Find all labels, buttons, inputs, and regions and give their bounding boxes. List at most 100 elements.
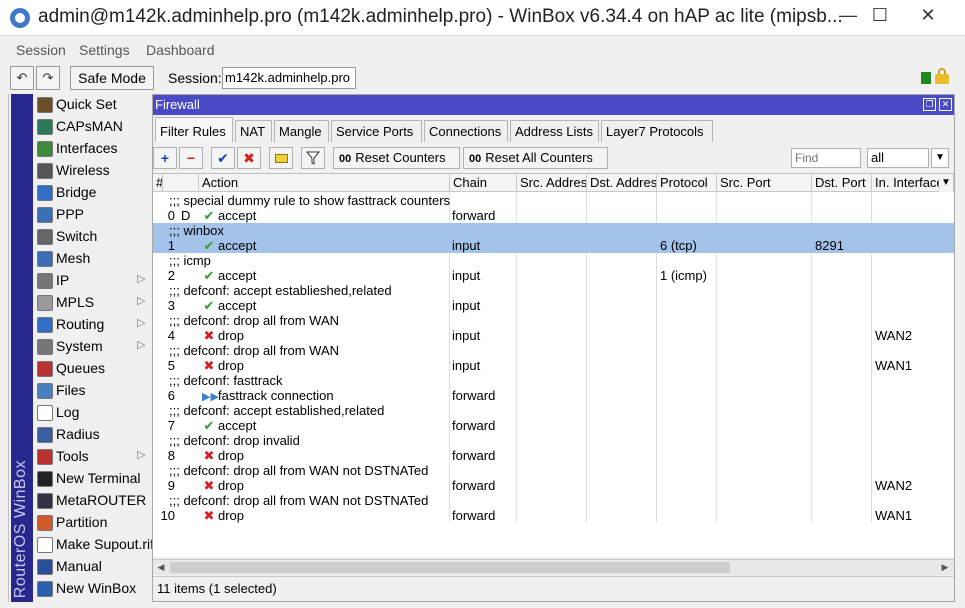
rule-in-interface (875, 418, 953, 433)
sidebar-item-wireless[interactable]: Wireless (35, 160, 151, 182)
find-input[interactable] (791, 148, 861, 168)
window-close-icon[interactable]: ✕ (939, 98, 952, 111)
reset-counters-button[interactable]: 00 Reset Counters (333, 147, 460, 169)
sidebar-item-queues[interactable]: Queues (35, 358, 151, 380)
sidebar-item-ppp[interactable]: PPP (35, 204, 151, 226)
rule-comment: ;;; defconf: drop all from WAN not DSTNA… (169, 493, 429, 508)
tab-connections[interactable]: Connections (424, 120, 508, 142)
table-row[interactable]: 8 ✖ drop forward (153, 448, 954, 463)
header-col-src-address[interactable]: Src. Address (517, 174, 587, 192)
horizontal-scrollbar[interactable]: ◀ ▶ (153, 559, 954, 575)
table-row[interactable]: 5 ✖ drop input WAN1 (153, 358, 954, 373)
close-button[interactable]: ✕ (905, 0, 951, 30)
sidebar-brand-strip: RouterOS WinBox (11, 94, 33, 602)
tab-layer7-protocols[interactable]: Layer7 Protocols (601, 120, 713, 142)
header-col-src-port[interactable]: Src. Port (717, 174, 812, 192)
sidebar-item-new-terminal[interactable]: New Terminal (35, 468, 151, 490)
sidebar-item-label: Log (56, 404, 80, 420)
table-row[interactable]: 7 ✔ accept forward (153, 418, 954, 433)
column-menu-icon[interactable]: ▼ (939, 174, 953, 192)
menu-dashboard[interactable]: Dashboard (146, 42, 215, 58)
remove-icon[interactable]: − (179, 147, 203, 169)
drop-x-icon: ✖ (203, 328, 215, 343)
table-row[interactable]: 9 ✖ drop forward WAN2 (153, 478, 954, 493)
sidebar-item-partition[interactable]: Partition (35, 512, 151, 534)
maximize-button[interactable]: ☐ (857, 0, 903, 30)
table-row[interactable]: 3 ✔ accept input (153, 298, 954, 313)
header-col-dst-port[interactable]: Dst. Port (812, 174, 872, 192)
scroll-left-icon[interactable]: ◀ (153, 560, 169, 575)
table-row[interactable]: 2 ✔ accept input 1 (icmp) (153, 268, 954, 283)
sidebar-item-system[interactable]: System ▷ (35, 336, 151, 358)
sidebar-item-routing[interactable]: Routing ▷ (35, 314, 151, 336)
rule-comment-row[interactable]: ;;; defconf: drop all from WAN (153, 313, 954, 328)
sidebar-item-radius[interactable]: Radius (35, 424, 151, 446)
sidebar-item-switch[interactable]: Switch (35, 226, 151, 248)
session-field[interactable]: m142k.adminhelp.pro (222, 67, 356, 89)
filter-icon[interactable] (301, 147, 325, 169)
rule-comment-row[interactable]: ;;; special dummy rule to show fasttrack… (153, 193, 954, 208)
header-col-action[interactable]: Action (199, 174, 450, 192)
redo-button[interactable]: ↷ (36, 66, 60, 90)
table-row[interactable]: 1 ✔ accept input 6 (tcp) 8291 (153, 238, 954, 253)
menu-session[interactable]: Session (16, 42, 66, 58)
rule-comment-row[interactable]: ;;; defconf: drop all from WAN not DSTNA… (153, 463, 954, 478)
rule-comment-row[interactable]: ;;; defconf: drop invalid (153, 433, 954, 448)
tab-address-lists[interactable]: Address Lists (510, 120, 599, 142)
sidebar-item-tools[interactable]: Tools ▷ (35, 446, 151, 468)
rule-comment-row[interactable]: ;;; defconf: accept established,related (153, 403, 954, 418)
sidebar-item-mpls[interactable]: MPLS ▷ (35, 292, 151, 314)
tab-mangle[interactable]: Mangle (274, 120, 329, 142)
rule-protocol (660, 358, 716, 373)
table-row[interactable]: 0 D ✔ accept forward (153, 208, 954, 223)
tab-service-ports[interactable]: Service Ports (331, 120, 422, 142)
rule-flag (181, 298, 195, 313)
submenu-arrow-icon: ▷ (137, 339, 146, 351)
tab-nat[interactable]: NAT (235, 120, 272, 142)
menu-settings[interactable]: Settings (79, 42, 130, 58)
header-col-dst-address[interactable]: Dst. Address (587, 174, 657, 192)
rule-comment-row[interactable]: ;;; defconf: drop all from WAN not DSTNA… (153, 493, 954, 508)
header-col-hash[interactable]: # (153, 174, 163, 192)
sidebar-item-manual[interactable]: Manual (35, 556, 151, 578)
disable-icon[interactable]: ✖ (237, 147, 261, 169)
header-col-flag[interactable] (163, 174, 199, 192)
header-col-chain[interactable]: Chain (450, 174, 517, 192)
sidebar-item-bridge[interactable]: Bridge (35, 182, 151, 204)
rule-comment-row[interactable]: ;;; defconf: fasttrack (153, 373, 954, 388)
tab-filter-rules[interactable]: Filter Rules (155, 117, 233, 142)
sidebar-item-capsman[interactable]: CAPsMAN (35, 116, 151, 138)
scrollbar-thumb[interactable] (170, 562, 730, 573)
sidebar-item-metarouter[interactable]: MetaROUTER (35, 490, 151, 512)
undo-button[interactable]: ↶ (10, 66, 34, 90)
sidebar-item-quick-set[interactable]: Quick Set (35, 94, 151, 116)
scroll-right-icon[interactable]: ▶ (937, 560, 953, 575)
connection-status-icon (921, 72, 931, 84)
window-restore-icon[interactable]: ❐ (923, 98, 936, 111)
sidebar-item-ip[interactable]: IP ▷ (35, 270, 151, 292)
safe-mode-button[interactable]: Safe Mode (70, 66, 154, 90)
sidebar-item-mesh[interactable]: Mesh (35, 248, 151, 270)
rule-comment-row[interactable]: ;;; icmp (153, 253, 954, 268)
table-row[interactable]: 4 ✖ drop input WAN2 (153, 328, 954, 343)
rule-comment: ;;; defconf: accept established,related (169, 403, 385, 418)
filter-select[interactable]: all (867, 148, 929, 168)
rule-comment-row[interactable]: ;;; defconf: drop all from WAN (153, 343, 954, 358)
chevron-down-icon[interactable]: ▼ (931, 148, 949, 168)
firewall-title-bar[interactable]: Firewall ❐ ✕ (153, 95, 954, 115)
enable-icon[interactable]: ✔ (211, 147, 235, 169)
header-col-protocol[interactable]: Protocol (657, 174, 717, 192)
table-row[interactable]: 6 ▶▶fasttrack connection forward (153, 388, 954, 403)
add-icon[interactable]: + (153, 147, 177, 169)
sidebar-item-files[interactable]: Files (35, 380, 151, 402)
sidebar-item-make-supout-rif[interactable]: Make Supout.rif (35, 534, 154, 556)
sidebar-item-label: IP (56, 272, 70, 288)
sidebar-item-log[interactable]: Log (35, 402, 151, 424)
reset-all-counters-button[interactable]: 00 Reset All Counters (463, 147, 608, 169)
comment-icon[interactable] (269, 147, 293, 169)
table-row[interactable]: 10 ✖ drop forward WAN1 (153, 508, 954, 523)
rule-comment-row[interactable]: ;;; winbox (153, 223, 954, 238)
sidebar-item-new-winbox[interactable]: New WinBox (35, 578, 151, 600)
sidebar-item-interfaces[interactable]: Interfaces (35, 138, 151, 160)
rule-comment-row[interactable]: ;;; defconf: accept establieshed,related (153, 283, 954, 298)
